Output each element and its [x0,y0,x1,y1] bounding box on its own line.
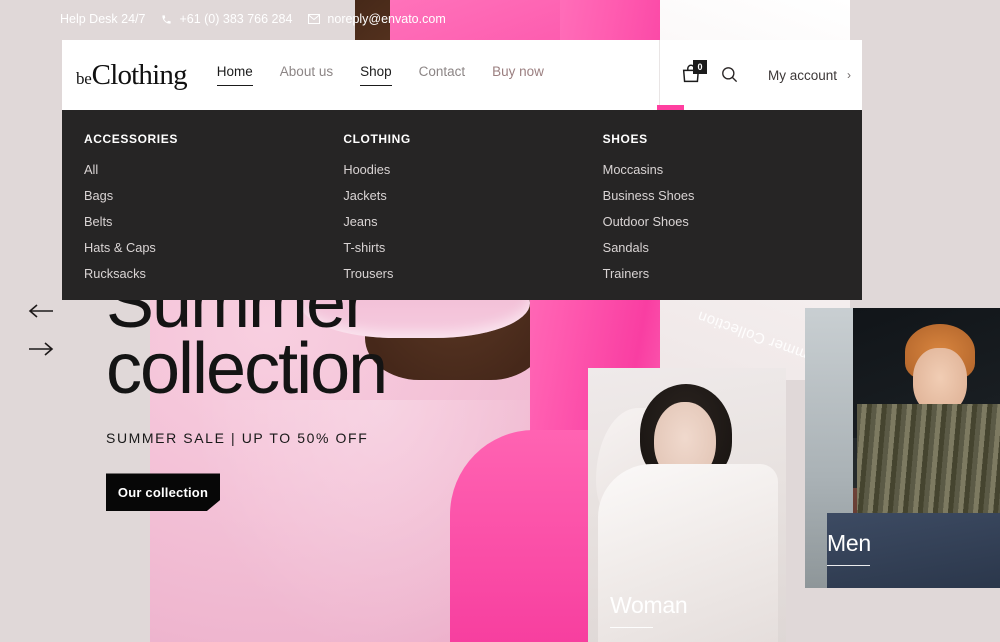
search-button[interactable] [720,65,740,85]
nav-item-home[interactable]: Home [216,64,253,86]
hero-content: Summer collection SUMMER SALE | UP TO 50… [106,267,388,512]
cart-button[interactable]: 0 [680,60,707,89]
my-account-button[interactable]: My account › [768,68,851,83]
phone-icon [161,14,172,25]
shopping-bag-icon [680,64,702,89]
mega-link-hats-caps[interactable]: Hats & Caps [84,240,343,255]
mega-link-rucksacks[interactable]: Rucksacks [84,266,343,281]
phone-item[interactable]: +61 (0) 383 766 284 [161,12,292,26]
hero-subtitle: SUMMER SALE | UP TO 50% OFF [106,430,369,447]
header-utility-area: 0 My account › [660,40,862,110]
mega-column-accessories: ACCESSORIES All Bags Belts Hats & Caps R… [84,132,343,300]
shop-mega-menu: ACCESSORIES All Bags Belts Hats & Caps R… [62,110,862,300]
mega-link-trainers[interactable]: Trainers [603,266,862,281]
mega-link-tshirts[interactable]: T-shirts [343,240,602,255]
mega-link-sandals[interactable]: Sandals [603,240,862,255]
nav-item-about-us[interactable]: About us [280,64,333,86]
nav-item-shop[interactable]: Shop [360,64,392,86]
logo-prefix: be [76,68,92,88]
nav-item-buy-now[interactable]: Buy now [492,64,544,86]
site-header: beClothing Home About us Shop Contact Bu… [62,40,862,110]
my-account-label: My account [768,67,838,83]
envelope-icon [308,14,321,24]
nav-item-contact[interactable]: Contact [419,64,466,86]
hero-title-line2: collection [106,329,388,410]
our-collection-button[interactable]: Our collection [106,473,220,512]
header-primary-area: beClothing Home About us Shop Contact Bu… [62,40,660,110]
category-card-men[interactable]: Men [805,308,1000,588]
email-item[interactable]: noreply@envato.com [308,12,446,26]
cart-count-badge: 0 [693,60,707,74]
category-card-woman-label: Woman [610,592,688,628]
header-accent-bar [657,105,684,110]
mega-link-outdoor-shoes[interactable]: Outdoor Shoes [603,214,862,229]
main-navigation: Home About us Shop Contact Buy now [216,64,544,86]
top-utility-bar: Help Desk 24/7 +61 (0) 383 766 284 norep… [0,0,1000,38]
mega-column-shoes: SHOES Moccasins Business Shoes Outdoor S… [603,132,862,300]
phone-number: +61 (0) 383 766 284 [179,12,293,26]
slider-next-arrow-icon[interactable] [28,341,54,359]
mega-link-belts[interactable]: Belts [84,214,343,229]
mega-link-jackets[interactable]: Jackets [343,188,602,203]
mega-link-hoodies[interactable]: Hoodies [343,162,602,177]
mega-column-title: CLOTHING [343,132,411,146]
mega-link-trousers[interactable]: Trousers [343,266,602,281]
help-desk-text: Help Desk 24/7 [60,12,145,26]
slider-prev-arrow-icon[interactable] [28,303,54,321]
category-card-men-label: Men [827,530,871,566]
mega-column-title: SHOES [602,132,648,146]
mega-column-title: ACCESSORIES [84,132,178,146]
mega-link-all[interactable]: All [84,162,343,177]
site-logo[interactable]: beClothing [76,58,188,91]
mega-link-business-shoes[interactable]: Business Shoes [603,188,862,203]
help-desk-label: Help Desk 24/7 [60,12,146,26]
slider-controls [28,303,54,359]
mega-link-moccasins[interactable]: Moccasins [603,162,862,177]
mega-link-jeans[interactable]: Jeans [343,214,602,229]
mega-column-clothing: CLOTHING Hoodies Jackets Jeans T-shirts … [343,132,602,300]
email-address: noreply@envato.com [327,12,446,26]
chevron-right-icon: › [847,68,852,82]
mega-link-bags[interactable]: Bags [84,188,343,203]
logo-main: Clothing [91,58,188,91]
men-photo-shirt [857,404,1000,524]
category-card-woman[interactable]: Woman [588,368,786,642]
